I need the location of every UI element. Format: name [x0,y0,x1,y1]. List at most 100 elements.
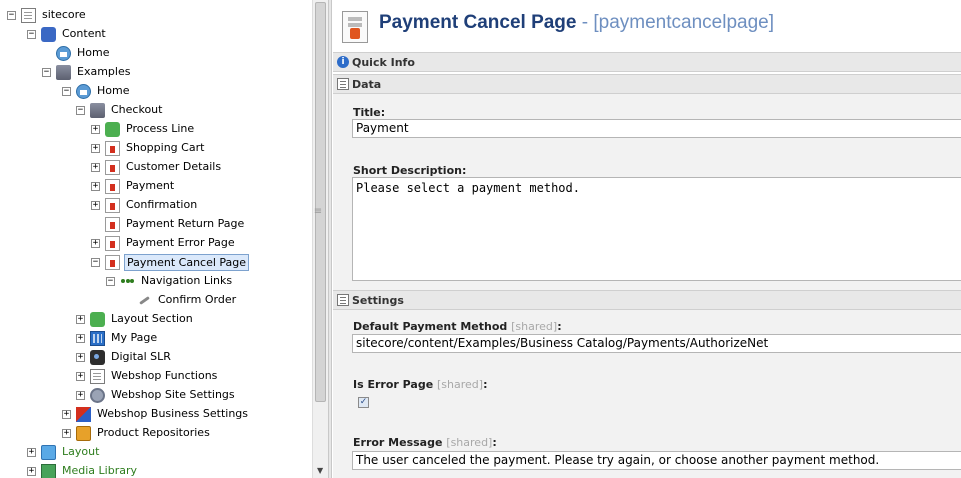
tree-item-content[interactable]: − Content [27,25,108,43]
tree-item-home[interactable]: − Home [62,82,131,100]
page-title: Payment Cancel Page - [paymentcancelpage… [379,12,774,34]
scroll-down-arrow-icon[interactable]: ▼ [317,466,323,475]
tree-item-layout[interactable]: + Layout [27,443,101,461]
tree-item-label: Payment [126,179,175,192]
section-settings[interactable]: Settings [333,290,961,310]
tree-item-label: Navigation Links [141,274,233,287]
tree-item-label: Product Repositories [97,426,210,439]
expand-icon[interactable]: + [76,333,85,343]
tree-scrollbar-thumb[interactable] [315,2,326,402]
page-icon [105,159,120,175]
expand-icon[interactable]: + [91,124,100,134]
expand-icon[interactable]: + [91,200,100,210]
expand-icon[interactable]: + [91,238,100,248]
page-icon [105,254,120,270]
page-icon [105,197,120,213]
collapse-icon[interactable]: − [106,276,115,286]
is-error-page-checkbox[interactable]: ✓ [358,397,369,408]
default-payment-method-field[interactable]: sitecore/content/Examples/Business Catal… [352,334,961,353]
process-icon [105,121,120,137]
tree-item-digital-slr[interactable]: + Digital SLR [76,348,173,366]
tree-item-layout-section[interactable]: + Layout Section [76,310,195,328]
business-settings-icon [76,406,91,422]
media-icon [41,463,56,478]
expand-icon[interactable]: + [62,409,71,419]
tree-item-sitecore[interactable]: − sitecore [7,6,88,24]
expand-icon[interactable]: + [76,371,85,381]
section-data[interactable]: Data [333,74,961,94]
tree-item-my-page[interactable]: + My Page [76,329,159,347]
tree-item-payment-error-page[interactable]: + Payment Error Page [91,234,237,252]
collapse-icon[interactable]: − [76,105,85,115]
expand-icon[interactable]: + [76,352,85,362]
tree-scrollbar[interactable]: ▼ [312,0,328,478]
tree-item-confirmation[interactable]: + Confirmation [91,196,199,214]
tree-item-label: Digital SLR [111,350,171,363]
tree-item-checkout[interactable]: − Checkout [76,101,164,119]
tree-item-media-library[interactable]: + Media Library [27,462,139,478]
home-icon [56,45,71,61]
expand-icon[interactable]: + [91,162,100,172]
tree-item-label: Webshop Functions [111,369,218,382]
error-message-field[interactable]: The user canceled the payment. Please tr… [352,451,961,470]
info-icon: i [337,56,349,68]
tree-item-product-repositories[interactable]: + Product Repositories [62,424,212,442]
collapse-icon[interactable]: − [42,67,51,77]
tree-item-label: Confirm Order [158,293,237,306]
tree-item-webshop-site-settings[interactable]: + Webshop Site Settings [76,386,237,404]
box-icon [76,425,91,441]
tree-item-examples[interactable]: − Examples [42,63,132,81]
camera-icon [90,349,105,365]
collapse-icon[interactable]: − [7,10,16,20]
tree-item-navigation-links[interactable]: − Navigation Links [106,272,234,290]
tree-item-payment-return-page[interactable]: Payment Return Page [91,215,246,233]
splitter-grip-icon[interactable]: ≡ [313,205,323,219]
section-quick-info[interactable]: i Quick Info [333,52,961,72]
expand-icon[interactable]: + [62,428,71,438]
tree-item-payment[interactable]: + Payment [91,177,176,195]
short-description-field[interactable]: Please select a payment method. [352,177,961,281]
title-field[interactable]: Payment [352,119,961,138]
tree-item-label: Payment Return Page [126,217,245,230]
section-title: Settings [352,294,404,307]
expand-icon[interactable]: + [27,447,36,457]
expand-icon[interactable]: + [27,466,36,476]
tree-item-label: Shopping Cart [126,141,205,154]
tree-item-payment-cancel-page[interactable]: − Payment Cancel Page [91,253,250,271]
tree-item-label: Webshop Business Settings [97,407,249,420]
expand-icon[interactable]: + [76,314,85,324]
tree-item-label: Content [62,27,106,40]
folder-icon [90,102,105,118]
tree-item-customer-details[interactable]: + Customer Details [91,158,223,176]
tree-item-webshop-business-settings[interactable]: + Webshop Business Settings [62,405,250,423]
pane-splitter[interactable] [328,0,332,478]
collapse-icon[interactable]: − [91,257,100,267]
layout-section-icon [90,311,105,327]
tree-item-home[interactable]: Home [42,44,111,62]
gear-icon [90,387,105,403]
tree-item-label: Webshop Site Settings [111,388,235,401]
section-title: Data [352,78,382,91]
collapse-icon[interactable]: − [27,29,36,39]
expand-icon[interactable]: + [91,143,100,153]
document-icon [21,7,36,23]
tree-item-confirm-order[interactable]: Confirm Order [123,291,238,309]
layout-icon [41,444,56,460]
expand-icon[interactable]: + [91,181,100,191]
short-description-label: Short Description: [353,164,467,177]
tree-item-process-line[interactable]: + Process Line [91,120,196,138]
data-fields: Title: Payment Short Description: Please… [333,94,961,290]
tree-item-label: Examples [77,65,131,78]
section-data-icon [337,78,349,90]
collapse-icon[interactable]: − [62,86,71,96]
tree-item-webshop-functions[interactable]: + Webshop Functions [76,367,219,385]
tree-item-shopping-cart[interactable]: + Shopping Cart [91,139,206,157]
page-item-icon [342,11,368,43]
tree-item-label: sitecore [42,8,86,21]
editor-header: Payment Cancel Page - [paymentcancelpage… [333,0,961,52]
tree-item-label: Layout [62,445,100,458]
content-tree: − sitecore − Content Home − Examples − Home − Chec… [0,0,312,478]
tree-item-label: Confirmation [126,198,198,211]
expand-icon[interactable]: + [76,390,85,400]
